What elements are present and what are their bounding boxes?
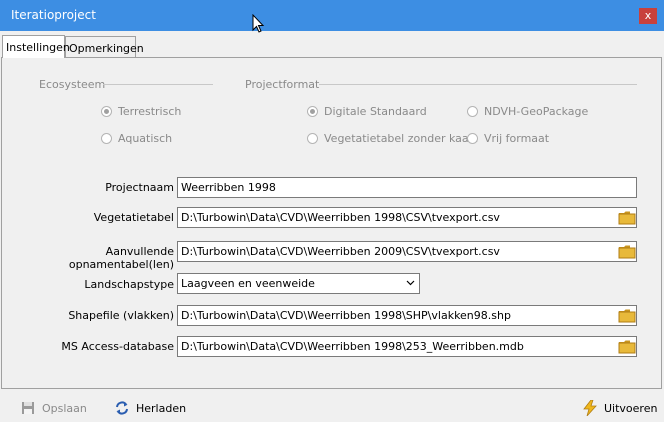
window-title: Iteratioproject bbox=[11, 8, 96, 22]
radio-dot bbox=[307, 133, 318, 144]
radio-label: Terrestrisch bbox=[118, 105, 182, 118]
radio-dot bbox=[101, 133, 112, 144]
projectformat-divider bbox=[319, 84, 637, 85]
landschapstype-label: Landschapstype bbox=[84, 278, 174, 291]
radio-dot bbox=[101, 106, 112, 117]
landschapstype-select[interactable]: Laagveen en veenweide bbox=[177, 273, 420, 294]
floppy-disk-icon bbox=[20, 400, 36, 416]
reload-label: Herladen bbox=[136, 401, 187, 415]
radio-ndvh-geopackage[interactable]: NDVH-GeoPackage bbox=[467, 105, 588, 118]
aanvullende-label: Aanvullende opnamentabel(len) bbox=[68, 245, 174, 271]
title-bar: Iteratioproject x bbox=[0, 0, 664, 31]
tab-opmerkingen[interactable]: Opmerkingen bbox=[65, 36, 144, 59]
close-button[interactable]: x bbox=[639, 8, 657, 24]
save-label: Opslaan bbox=[42, 401, 87, 415]
radio-label: NDVH-GeoPackage bbox=[484, 105, 589, 118]
ecosysteem-group-label: Ecosysteem bbox=[39, 78, 106, 91]
radio-dot bbox=[307, 106, 318, 117]
folder-browse-icon[interactable] bbox=[618, 210, 636, 225]
radio-vegetatietabel-zonder-kaart[interactable]: Vegetatietabel zonder kaart bbox=[307, 132, 477, 145]
radio-terrestrisch[interactable]: Terrestrisch bbox=[101, 105, 181, 118]
reload-button[interactable]: Herladen bbox=[114, 400, 186, 416]
radio-vrij-formaat[interactable]: Vrij formaat bbox=[467, 132, 549, 145]
radio-label: Vegetatietabel zonder kaart bbox=[324, 132, 478, 145]
radio-label: Vrij formaat bbox=[484, 132, 550, 145]
shapefile-label: Shapefile (vlakken) bbox=[68, 309, 174, 322]
save-button[interactable]: Opslaan bbox=[20, 400, 87, 416]
folder-browse-icon[interactable] bbox=[618, 339, 636, 354]
radio-label: Aquatisch bbox=[118, 132, 173, 145]
folder-browse-icon[interactable] bbox=[618, 308, 636, 323]
radio-dot bbox=[467, 133, 478, 144]
folder-browse-icon[interactable] bbox=[618, 244, 636, 259]
access-input[interactable]: D:\Turbowin\Data\CVD\Weerribben 1998\253… bbox=[177, 336, 637, 357]
radio-aquatisch[interactable]: Aquatisch bbox=[101, 132, 172, 145]
aanvullende-input[interactable]: D:\Turbowin\Data\CVD\Weerribben 2009\CSV… bbox=[177, 241, 637, 262]
refresh-icon bbox=[114, 400, 130, 416]
radio-label: Digitale Standaard bbox=[324, 105, 427, 118]
mouse-cursor-icon bbox=[252, 14, 265, 33]
projectnaam-input[interactable]: Weerribben 1998 bbox=[177, 177, 637, 198]
shapefile-input[interactable]: D:\Turbowin\Data\CVD\Weerribben 1998\SHP… bbox=[177, 305, 637, 326]
access-label: MS Access-database bbox=[61, 340, 174, 353]
run-label: Uitvoeren bbox=[604, 401, 658, 415]
ecosysteem-divider bbox=[103, 84, 213, 85]
radio-dot bbox=[467, 106, 478, 117]
tab-instellingen[interactable]: Instellingen bbox=[2, 35, 70, 58]
run-button[interactable]: Uitvoeren bbox=[582, 400, 657, 416]
radio-digitale-standaard[interactable]: Digitale Standaard bbox=[307, 105, 427, 118]
lightning-icon bbox=[582, 400, 598, 416]
projectnaam-label: Projectnaam bbox=[105, 181, 174, 194]
chevron-down-icon bbox=[406, 280, 415, 286]
projectformat-group-label: Projectformat bbox=[245, 78, 320, 91]
landschapstype-value: Laagveen en veenweide bbox=[181, 277, 315, 290]
vegetatietabel-label: Vegetatietabel bbox=[93, 211, 174, 224]
vegetatietabel-input[interactable]: D:\Turbowin\Data\CVD\Weerribben 1998\CSV… bbox=[177, 207, 637, 228]
